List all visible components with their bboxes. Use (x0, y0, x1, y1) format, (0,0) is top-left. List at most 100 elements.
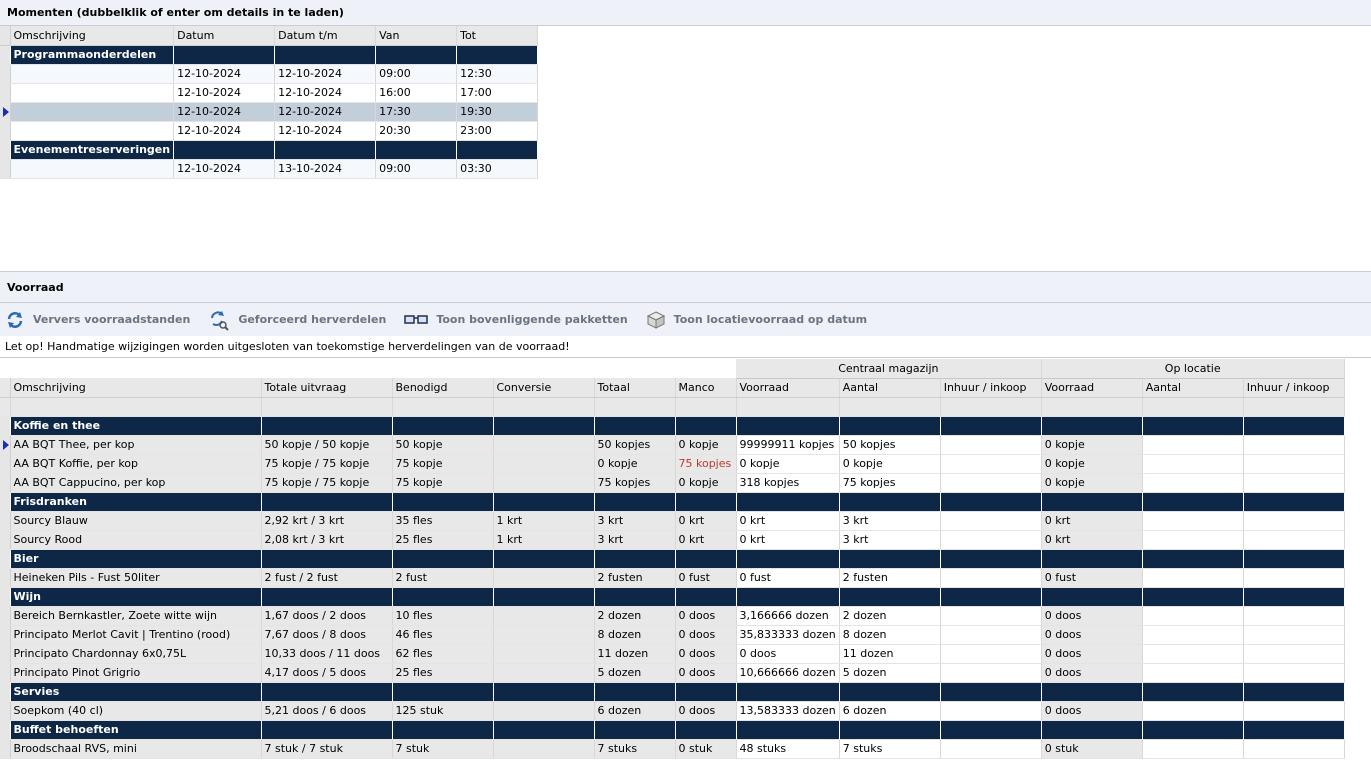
group-row[interactable]: Evenementreserveringen (0, 140, 539, 160)
row-selector[interactable] (0, 64, 11, 84)
group-row[interactable]: Wijn (0, 587, 1345, 607)
cell-central-aantal[interactable]: 6 dozen (839, 701, 941, 721)
group-row[interactable]: Servies (0, 682, 1345, 702)
col-van[interactable]: Van (375, 26, 458, 46)
col-manco[interactable]: Manco (675, 378, 737, 398)
row-selector[interactable] (0, 587, 11, 607)
col-location-voorraad[interactable]: Voorraad (1041, 378, 1143, 398)
row-selector[interactable] (0, 140, 11, 160)
col-benodigd[interactable]: Benodigd (392, 378, 494, 398)
col-location-inhuur[interactable]: Inhuur / inkoop (1243, 378, 1345, 398)
table-row[interactable]: Principato Pinot Grigrio 4,17 doos / 5 do… (0, 663, 1345, 683)
cell-central-aantal[interactable]: 2 dozen (839, 606, 941, 626)
table-row[interactable]: Principato Merlot Cavit | Trentino (rood… (0, 625, 1345, 645)
filter-cell[interactable] (675, 397, 737, 417)
row-selector[interactable] (0, 473, 11, 493)
cell-central-aantal[interactable]: 3 krt (839, 511, 941, 531)
cell-location-inhuur[interactable] (1243, 663, 1345, 683)
cell-location-inhuur[interactable] (1243, 644, 1345, 664)
table-row[interactable]: Principato Chardonnay 6x0,75L 10,33 doos … (0, 644, 1345, 664)
filter-cell[interactable] (10, 397, 262, 417)
col-location-aantal[interactable]: Aantal (1142, 378, 1244, 398)
cell-location-aantal[interactable] (1142, 644, 1244, 664)
show-packages-button[interactable]: Toon bovenliggende pakketten (404, 313, 628, 327)
cell-location-inhuur[interactable] (1243, 473, 1345, 493)
col-totale-uitvraag[interactable]: Totale uitvraag (261, 378, 393, 398)
col-datum[interactable]: Datum (173, 26, 276, 46)
filter-cell[interactable] (736, 397, 840, 417)
cell-location-aantal[interactable] (1142, 454, 1244, 474)
row-selector[interactable] (0, 701, 11, 721)
table-row[interactable]: Broodschaal RVS, mini 7 stuk / 7 stuk 7 st… (0, 739, 1345, 759)
cell-location-inhuur[interactable] (1243, 435, 1345, 455)
filter-cell[interactable] (493, 397, 595, 417)
cell-central-aantal[interactable]: 5 dozen (839, 663, 941, 683)
col-omschrijving[interactable]: Omschrijving (10, 26, 175, 46)
cell-central-inhuur[interactable] (940, 644, 1042, 664)
col-totaal[interactable]: Totaal (594, 378, 676, 398)
group-row[interactable]: Koffie en thee (0, 416, 1345, 436)
cell-location-aantal[interactable] (1142, 606, 1244, 626)
cell-location-aantal[interactable] (1142, 511, 1244, 531)
cell-location-aantal[interactable] (1142, 530, 1244, 550)
cell-central-inhuur[interactable] (940, 511, 1042, 531)
table-row[interactable]: 12-10-2024 12-10-2024 09:00 12:30 (0, 64, 539, 84)
cell-location-aantal[interactable] (1142, 473, 1244, 493)
cell-location-aantal[interactable] (1142, 739, 1244, 759)
row-selector[interactable] (0, 511, 11, 531)
cell-location-inhuur[interactable] (1243, 606, 1345, 626)
table-row[interactable]: Sourcy Blauw 2,92 krt / 3 krt 35 fles 1 krt… (0, 511, 1345, 531)
cell-central-inhuur[interactable] (940, 435, 1042, 455)
filter-cell[interactable] (1041, 397, 1143, 417)
cell-location-aantal[interactable] (1142, 568, 1244, 588)
table-row[interactable]: 12-10-2024 12-10-2024 20:30 23:00 (0, 121, 539, 141)
table-row[interactable]: 12-10-2024 12-10-2024 17:30 19:30 (0, 102, 539, 122)
cell-central-aantal[interactable]: 7 stuks (839, 739, 941, 759)
row-selector[interactable] (0, 83, 11, 103)
row-selector[interactable] (0, 416, 11, 436)
cell-central-inhuur[interactable] (940, 473, 1042, 493)
refresh-stock-button[interactable]: Ververs voorraadstanden (5, 310, 190, 330)
cell-central-inhuur[interactable] (940, 606, 1042, 626)
group-row[interactable]: Buffet behoeften (0, 720, 1345, 740)
row-selector[interactable] (0, 159, 11, 179)
cell-central-aantal[interactable]: 2 fusten (839, 568, 941, 588)
row-selector[interactable] (0, 663, 11, 683)
cell-central-aantal[interactable]: 0 kopje (839, 454, 941, 474)
cell-location-inhuur[interactable] (1243, 701, 1345, 721)
table-row[interactable]: Sourcy Rood 2,08 krt / 3 krt 25 fles 1 krt 3… (0, 530, 1345, 550)
table-row[interactable]: Soepkom (40 cl) 5,21 doos / 6 doos 125 stu… (0, 701, 1345, 721)
cell-central-inhuur[interactable] (940, 625, 1042, 645)
col-conversie[interactable]: Conversie (493, 378, 595, 398)
filter-cell[interactable] (839, 397, 941, 417)
cell-location-aantal[interactable] (1142, 435, 1244, 455)
cell-location-inhuur[interactable] (1243, 530, 1345, 550)
row-selector[interactable] (0, 549, 11, 569)
cell-central-aantal[interactable]: 50 kopjes (839, 435, 941, 455)
table-row[interactable]: Heineken Pils - Fust 50liter 2 fust / 2 f… (0, 568, 1345, 588)
table-row[interactable]: 12-10-2024 12-10-2024 16:00 17:00 (0, 83, 539, 103)
row-selector[interactable] (0, 45, 11, 65)
row-selector[interactable] (0, 121, 11, 141)
cell-central-aantal[interactable]: 75 kopjes (839, 473, 941, 493)
filter-cell[interactable] (1243, 397, 1345, 417)
force-redistribute-button[interactable]: Geforceerd herverdelen (208, 309, 386, 331)
row-selector[interactable] (0, 625, 11, 645)
cell-central-inhuur[interactable] (940, 663, 1042, 683)
col-central-inhuur[interactable]: Inhuur / inkoop (940, 378, 1042, 398)
cell-location-inhuur[interactable] (1243, 454, 1345, 474)
col-datum-tm[interactable]: Datum t/m (274, 26, 377, 46)
cell-central-aantal[interactable]: 8 dozen (839, 625, 941, 645)
show-location-stock-button[interactable]: Toon locatievoorraad op datum (646, 310, 867, 330)
cell-central-aantal[interactable]: 3 krt (839, 530, 941, 550)
group-row[interactable]: Bier (0, 549, 1345, 569)
cell-location-aantal[interactable] (1142, 625, 1244, 645)
cell-central-inhuur[interactable] (940, 568, 1042, 588)
cell-location-inhuur[interactable] (1243, 739, 1345, 759)
cell-central-aantal[interactable]: 11 dozen (839, 644, 941, 664)
row-selector[interactable] (0, 492, 11, 512)
row-selector[interactable] (0, 682, 11, 702)
row-selector[interactable] (0, 454, 11, 474)
col-central-voorraad[interactable]: Voorraad (736, 378, 840, 398)
group-row[interactable]: Frisdranken (0, 492, 1345, 512)
